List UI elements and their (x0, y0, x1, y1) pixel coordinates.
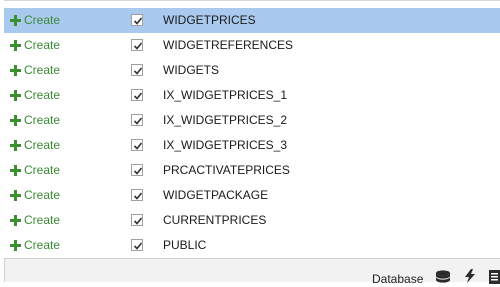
object-name: CURRENTPRICES (163, 213, 267, 227)
object-row[interactable]: Create WIDGETS (4, 58, 500, 83)
object-name: IX_WIDGETPRICES_1 (163, 88, 288, 102)
database-label: Database (372, 272, 424, 286)
plus-icon (10, 165, 21, 176)
include-checkbox[interactable] (131, 114, 143, 126)
object-list: Create WIDGETPRICES Create WIDGETREFERENCES… (4, 8, 500, 258)
plus-icon (10, 190, 21, 201)
object-name: PUBLIC (163, 238, 207, 252)
create-label: Create (24, 213, 61, 227)
create-label: Create (24, 63, 61, 77)
lightning-icon[interactable] (463, 269, 477, 286)
create-label: Create (24, 188, 61, 202)
top-divider (4, 0, 500, 1)
plus-icon (10, 215, 21, 226)
create-label: Create (24, 113, 61, 127)
object-name: WIDGETREFERENCES (163, 38, 294, 52)
create-action[interactable]: Create (10, 208, 60, 233)
object-row[interactable]: Create CURRENTPRICES (4, 208, 500, 233)
create-label: Create (24, 138, 61, 152)
object-name: WIDGETPACKAGE (163, 188, 269, 202)
object-row[interactable]: Create PRCACTIVATEPRICES (4, 158, 500, 183)
create-action[interactable]: Create (10, 8, 60, 33)
object-row[interactable]: Create IX_WIDGETPRICES_2 (4, 108, 500, 133)
plus-icon (10, 65, 21, 76)
create-action[interactable]: Create (10, 133, 60, 158)
object-name: IX_WIDGETPRICES_3 (163, 138, 288, 152)
include-checkbox[interactable] (131, 89, 143, 101)
deployment-script-panel: Create WIDGETPRICES Create WIDGETREFERENCES… (0, 0, 500, 286)
create-action[interactable]: Create (10, 108, 60, 133)
create-label: Create (24, 163, 61, 177)
include-checkbox[interactable] (131, 64, 143, 76)
create-action[interactable]: Create (10, 58, 60, 83)
bottom-toolbar (4, 258, 500, 282)
include-checkbox[interactable] (131, 39, 143, 51)
object-row[interactable]: Create WIDGETREFERENCES (4, 33, 500, 58)
plus-icon (10, 90, 21, 101)
object-name: WIDGETS (163, 63, 219, 77)
create-label: Create (24, 238, 61, 252)
plus-icon (10, 240, 21, 251)
create-label: Create (24, 38, 61, 52)
create-label: Create (24, 13, 61, 27)
include-checkbox[interactable] (131, 164, 143, 176)
document-icon[interactable] (489, 270, 500, 287)
plus-icon (10, 40, 21, 51)
database-icon[interactable] (435, 270, 451, 287)
include-checkbox[interactable] (131, 139, 143, 151)
include-checkbox[interactable] (131, 14, 143, 26)
include-checkbox[interactable] (131, 239, 143, 251)
plus-icon (10, 15, 21, 26)
plus-icon (10, 140, 21, 151)
create-action[interactable]: Create (10, 83, 60, 108)
create-action[interactable]: Create (10, 33, 60, 58)
create-label: Create (24, 88, 61, 102)
create-action[interactable]: Create (10, 183, 60, 208)
include-checkbox[interactable] (131, 214, 143, 226)
object-row[interactable]: Create PUBLIC (4, 233, 500, 258)
object-row[interactable]: Create WIDGETPRICES (4, 8, 500, 33)
object-name: PRCACTIVATEPRICES (163, 163, 290, 177)
create-action[interactable]: Create (10, 158, 60, 183)
object-name: WIDGETPRICES (163, 13, 256, 27)
object-name: IX_WIDGETPRICES_2 (163, 113, 288, 127)
include-checkbox[interactable] (131, 189, 143, 201)
object-row[interactable]: Create IX_WIDGETPRICES_1 (4, 83, 500, 108)
object-row[interactable]: Create IX_WIDGETPRICES_3 (4, 133, 500, 158)
plus-icon (10, 115, 21, 126)
create-action[interactable]: Create (10, 233, 60, 258)
object-row[interactable]: Create WIDGETPACKAGE (4, 183, 500, 208)
